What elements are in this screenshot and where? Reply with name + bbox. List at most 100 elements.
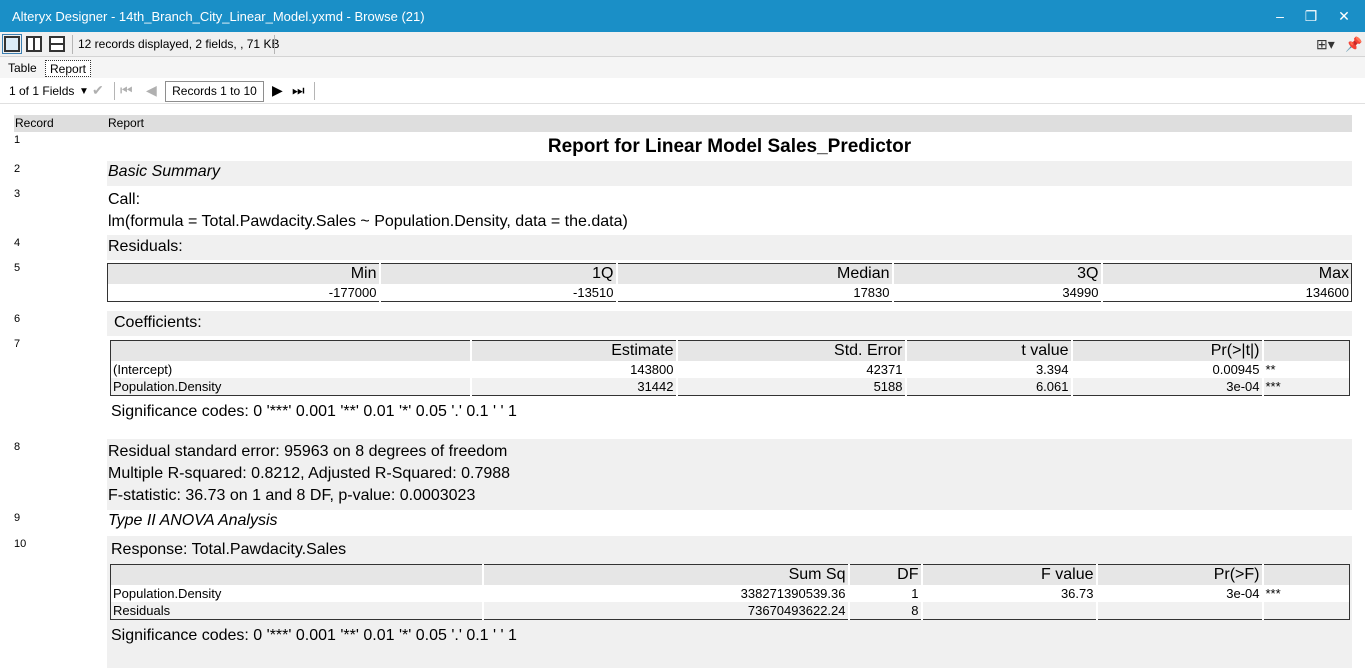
residuals-value: 17830	[616, 284, 894, 302]
record-navigator: 1 of 1 Fields ▼ ✔ ⏮ ◀ Records 1 to 10 ▶ …	[0, 78, 1365, 104]
residuals-value: 134600	[1101, 284, 1352, 302]
view-tabs: Table Report	[0, 57, 1365, 78]
table-row: 7 Estimate Std. Error t value Pr(>|t|) (…	[14, 336, 1352, 439]
first-record-icon[interactable]: ⏮	[120, 82, 133, 98]
residuals-header: Median	[616, 263, 894, 284]
record-number: 10	[14, 538, 27, 550]
residual-standard-error: Residual standard error: 95963 on 8 degr…	[108, 443, 508, 460]
residuals-table: Min 1Q Median 3Q Max -177000 -13510 1783…	[107, 263, 1352, 302]
record-number: 7	[14, 338, 21, 350]
significance-codes: Significance codes: 0 '***' 0.001 '**' 0…	[111, 403, 517, 420]
anova-header: DF	[848, 564, 923, 585]
previous-record-icon[interactable]: ◀	[146, 82, 157, 98]
section-heading: Type II ANOVA Analysis	[108, 512, 278, 529]
coefficient-significance: **	[1262, 361, 1350, 378]
table-row: 9 Type II ANOVA Analysis	[14, 510, 1352, 536]
coefficient-p-value: 0.00945	[1071, 361, 1264, 378]
table-row: 1 Report for Linear Model Sales_Predicto…	[14, 132, 1352, 161]
single-view-icon[interactable]	[2, 34, 22, 54]
anova-f-value	[921, 602, 1098, 620]
fields-selector[interactable]: 1 of 1 Fields	[9, 84, 74, 98]
call-label: Call:	[108, 191, 141, 208]
chevron-down-icon[interactable]: ▼	[79, 84, 89, 100]
table-row: 6 Coefficients:	[14, 311, 1352, 336]
anova-term: Population.Density	[110, 585, 484, 602]
record-number: 5	[14, 262, 21, 274]
r-squared: Multiple R-squared: 0.8212, Adjusted R-S…	[108, 465, 511, 482]
significance-codes: Significance codes: 0 '***' 0.001 '**' 0…	[111, 627, 517, 644]
last-record-icon[interactable]: ⏭	[292, 82, 305, 98]
coefficient-term: (Intercept)	[110, 361, 472, 378]
anova-df: 1	[848, 585, 923, 602]
record-number: 6	[14, 313, 21, 325]
coefficients-table: Estimate Std. Error t value Pr(>|t|) (In…	[110, 340, 1350, 396]
coefficient-std-error: 42371	[676, 361, 907, 378]
coefficients-header: Estimate	[470, 340, 678, 361]
split-vertical-icon[interactable]	[26, 36, 42, 52]
coefficients-header	[1262, 340, 1350, 361]
residuals-value: -13510	[379, 284, 618, 302]
record-number: 3	[14, 188, 21, 200]
next-record-icon[interactable]: ▶	[272, 82, 283, 98]
table-row: 5 Min 1Q Median 3Q Max -177000 -13510 17…	[14, 260, 1352, 311]
column-header-report[interactable]: Report	[108, 116, 144, 130]
record-number: 2	[14, 163, 21, 175]
anova-significance	[1262, 602, 1350, 620]
split-horizontal-icon[interactable]	[49, 36, 65, 52]
table-row: 10 Response: Total.Pawdacity.Sales Sum S…	[14, 536, 1352, 668]
anova-sum-sq: 338271390539.36	[482, 585, 850, 602]
residuals-header: Max	[1101, 263, 1352, 284]
record-number: 4	[14, 237, 21, 249]
minimize-icon[interactable]: –	[1265, 4, 1295, 28]
checkmark-icon[interactable]: ✔	[92, 82, 104, 98]
coefficients-label: Coefficients:	[114, 314, 202, 331]
anova-header: Pr(>F)	[1096, 564, 1264, 585]
title-bar: Alteryx Designer - 14th_Branch_City_Line…	[0, 0, 1365, 32]
section-heading: Basic Summary	[108, 163, 221, 180]
records-status: 12 records displayed, 2 fields, , 71 KB	[78, 37, 280, 51]
coefficients-header: Std. Error	[676, 340, 907, 361]
restore-icon[interactable]: ❐	[1296, 4, 1326, 28]
records-range[interactable]: Records 1 to 10	[165, 81, 264, 102]
residuals-header: 3Q	[892, 263, 1103, 284]
coefficient-std-error: 5188	[676, 378, 907, 396]
anova-header: Sum Sq	[482, 564, 850, 585]
record-number: 1	[14, 134, 21, 146]
coefficient-estimate: 143800	[470, 361, 678, 378]
table-row: 2 Basic Summary	[14, 161, 1352, 186]
close-icon[interactable]: ✕	[1329, 4, 1359, 28]
coefficient-term: Population.Density	[110, 378, 472, 396]
record-number: 8	[14, 441, 21, 453]
coefficients-header: t value	[905, 340, 1073, 361]
coefficient-p-value: 3e-04	[1071, 378, 1264, 396]
browse-toolbar: 12 records displayed, 2 fields, , 71 KB …	[0, 32, 1365, 57]
table-row: 8 Residual standard error: 95963 on 8 de…	[14, 439, 1352, 510]
anova-header	[1262, 564, 1350, 585]
grid-header: Record Report	[14, 115, 1352, 132]
table-row: 4 Residuals:	[14, 235, 1352, 260]
f-statistic: F-statistic: 36.73 on 1 and 8 DF, p-valu…	[108, 487, 476, 504]
anova-significance: ***	[1262, 585, 1350, 602]
tab-report[interactable]: Report	[45, 60, 92, 77]
residuals-header: 1Q	[379, 263, 618, 284]
tab-table[interactable]: Table	[4, 60, 41, 77]
residuals-label: Residuals:	[108, 238, 183, 255]
window-title: Alteryx Designer - 14th_Branch_City_Line…	[12, 9, 425, 24]
anova-df: 8	[848, 602, 923, 620]
anova-table: Sum Sq DF F value Pr(>F) Population.Dens…	[110, 564, 1350, 620]
coefficient-estimate: 31442	[470, 378, 678, 396]
call-formula: lm(formula = Total.Pawdacity.Sales ~ Pop…	[108, 213, 628, 230]
table-row: 3 Call: lm(formula = Total.Pawdacity.Sal…	[14, 186, 1352, 235]
report-title: Report for Linear Model Sales_Predictor	[547, 136, 912, 157]
residuals-value: 34990	[892, 284, 1103, 302]
residuals-value: -177000	[107, 284, 381, 302]
anova-p-value: 3e-04	[1096, 585, 1264, 602]
record-number: 9	[14, 512, 21, 524]
add-view-icon[interactable]: ⊞▾	[1316, 36, 1335, 52]
pin-icon[interactable]: 📌	[1345, 36, 1362, 52]
column-header-record[interactable]: Record	[15, 116, 54, 130]
anova-response: Response: Total.Pawdacity.Sales	[111, 541, 347, 558]
residuals-header: Min	[107, 263, 381, 284]
anova-p-value	[1096, 602, 1264, 620]
coefficient-significance: ***	[1262, 378, 1350, 396]
